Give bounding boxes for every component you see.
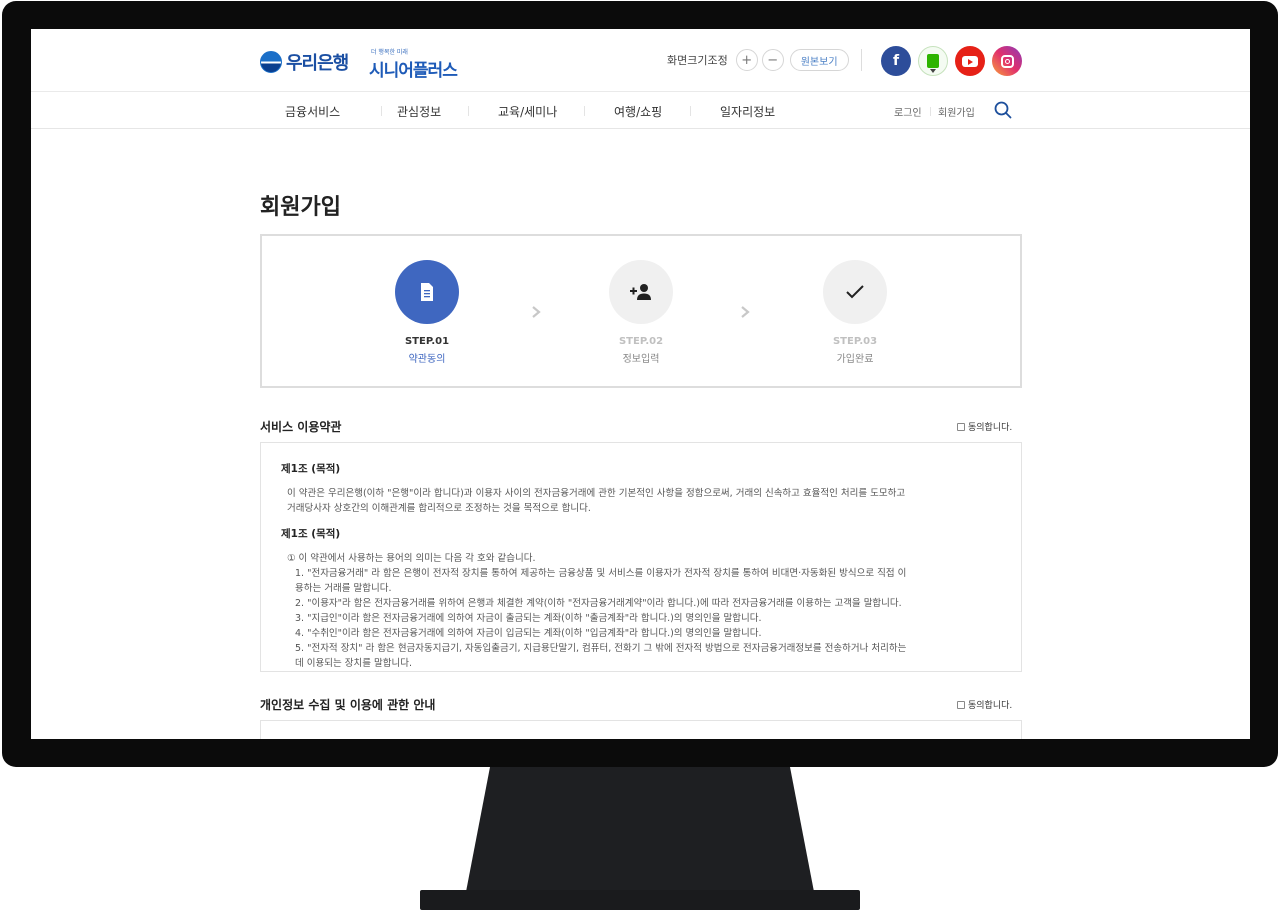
logo-text: 우리은행 <box>286 53 349 74</box>
chevron-right-icon <box>532 306 541 318</box>
nav-item-education[interactable]: 교육/세미나 <box>498 103 557 120</box>
step-name: 정보입력 <box>622 354 660 365</box>
browser-viewport: 우리은행 더 행복한 미래 시니어플러스 화면크기조정 + − 원본보기 f 금… <box>31 29 1250 739</box>
zoom-label: 화면크기조정 <box>667 54 728 67</box>
nav-item-jobs[interactable]: 일자리정보 <box>720 103 775 120</box>
chevron-right-icon <box>741 306 750 318</box>
blog-icon[interactable] <box>918 46 948 76</box>
instagram-icon[interactable] <box>992 46 1022 76</box>
article-body: 이 약관은 우리은행(이하 "은행"이라 합니다)과 이용자 사이의 전자금융거… <box>281 486 1001 516</box>
site-header: 우리은행 더 행복한 미래 시니어플러스 화면크기조정 + − 원본보기 f <box>31 29 1250 92</box>
step-name: 가입완료 <box>836 354 874 365</box>
step-2: STEP.02 정보입력 <box>581 260 701 365</box>
article-line: 5. "전자적 장치" 라 함은 현금자동지급기, 자동입출금기, 지급용단말기… <box>295 643 907 654</box>
article-line: 거래당사자 상호간의 이해관계를 합리적으로 조정하는 것을 목적으로 합니다. <box>287 503 591 514</box>
step-number: STEP.01 <box>404 336 450 347</box>
signup-link[interactable]: 회원가입 <box>938 104 975 119</box>
agree-label: 동의합니다. <box>968 423 1013 433</box>
nav-item-finance[interactable]: 금융서비스 <box>285 103 340 120</box>
instagram-glyph <box>1000 54 1014 68</box>
login-link[interactable]: 로그인 <box>894 104 922 119</box>
facebook-glyph: f <box>892 53 900 69</box>
main-nav: 금융서비스 관심정보 교육/세미나 여행/쇼핑 일자리정보 로그인 회원가입 <box>31 92 1250 129</box>
privacy-scroll-box[interactable] <box>260 720 1022 739</box>
blog-glyph <box>927 54 939 73</box>
terms-agree-checkbox[interactable]: 동의합니다. <box>957 420 1012 433</box>
nav-item-travel[interactable]: 여행/쇼핑 <box>614 103 662 120</box>
article-line: 이 약관은 우리은행(이하 "은행"이라 합니다)과 이용자 사이의 전자금융거… <box>287 488 906 499</box>
article-line: 1. "전자금융거래" 라 함은 은행이 전자적 장치를 통하여 제공하는 금융… <box>295 568 907 579</box>
nav-item-interest[interactable]: 관심정보 <box>397 103 441 120</box>
sub-logo-tagline: 더 행복한 미래 <box>371 49 408 56</box>
nav-separator <box>468 106 469 116</box>
step-3: STEP.03 가입완료 <box>795 260 915 365</box>
sub-logo-text: 시니어플러스 <box>369 61 458 81</box>
zoom-in-button[interactable]: + <box>735 49 758 71</box>
nav-separator <box>381 106 382 116</box>
zoom-reset-button[interactable]: 원본보기 <box>789 49 849 71</box>
step-name: 약관동의 <box>408 354 446 365</box>
article-line: 4. "수취인"이라 함은 전자금융거래에 의하여 자금이 입금되는 계좌(이하… <box>295 628 762 639</box>
add-user-icon <box>609 260 673 324</box>
article-line: 용하는 거래를 말합니다. <box>295 583 392 594</box>
nav-separator <box>690 106 691 116</box>
facebook-icon[interactable]: f <box>881 46 911 76</box>
page-title: 회원가입 <box>260 195 341 220</box>
step-number: STEP.03 <box>832 336 878 347</box>
document-icon <box>395 260 459 324</box>
article-line: 3. "지급인"이라 함은 전자금융거래에 의하여 자금이 출금되는 계좌(이하… <box>295 613 762 624</box>
senior-plus-logo[interactable]: 더 행복한 미래 시니어플러스 <box>369 47 458 81</box>
article-line: 2. "이용자"라 함은 전자금융거래를 위하여 은행과 체결한 계약(이하 "… <box>295 598 902 609</box>
terms-scroll-box[interactable]: 제1조 (목적) 이 약관은 우리은행(이하 "은행"이라 합니다)과 이용자 … <box>260 442 1022 672</box>
privacy-agree-checkbox[interactable]: 동의합니다. <box>957 698 1012 711</box>
youtube-glyph <box>962 55 978 67</box>
step-1: STEP.01 약관동의 <box>367 260 487 365</box>
checkbox-icon[interactable] <box>957 700 965 709</box>
woori-bank-logo[interactable]: 우리은행 <box>260 49 349 75</box>
article-line: 데 이용되는 장치를 말합니다. <box>295 658 412 669</box>
step-number: STEP.02 <box>618 336 664 347</box>
woori-logo-icon <box>260 51 282 73</box>
terms-section-title: 서비스 이용약관 <box>260 420 342 434</box>
nav-separator <box>584 106 585 116</box>
header-divider <box>861 49 862 71</box>
youtube-icon[interactable] <box>955 46 985 76</box>
article-line: ① 이 약관에서 사용하는 용어의 의미는 다음 각 호와 같습니다. <box>287 553 536 564</box>
zoom-controls: 화면크기조정 + − 원본보기 <box>667 49 849 71</box>
search-icon[interactable] <box>994 101 1012 119</box>
agree-label: 동의합니다. <box>968 701 1013 711</box>
nav-separator <box>930 107 931 116</box>
check-icon <box>823 260 887 324</box>
monitor-base <box>420 890 860 910</box>
checkbox-icon[interactable] <box>957 422 965 431</box>
article-title: 제1조 (목적) <box>281 528 341 540</box>
monitor-stand <box>465 767 815 897</box>
privacy-section-title: 개인정보 수집 및 이용에 관한 안내 <box>260 698 436 712</box>
zoom-out-button[interactable]: − <box>761 49 784 71</box>
signup-steps: STEP.01 약관동의 STEP.02 정보입력 STEP.03 가입완료 <box>260 234 1022 388</box>
article-title: 제1조 (목적) <box>281 463 341 475</box>
